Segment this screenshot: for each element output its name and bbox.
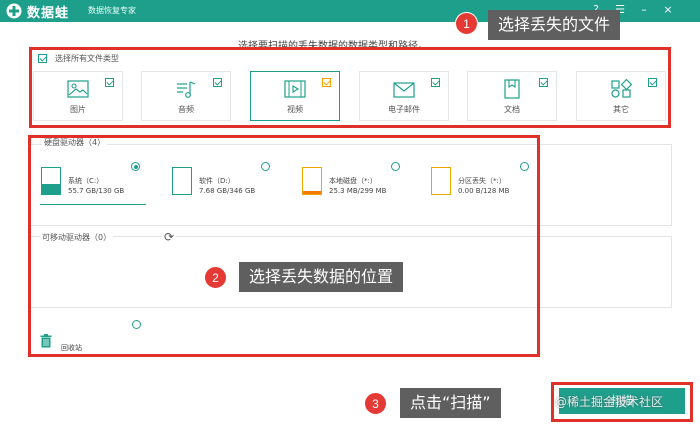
drive-size: 7.68 GB/346 GB bbox=[199, 187, 256, 195]
selected-drive-underline bbox=[40, 204, 146, 205]
drive-c-radio[interactable] bbox=[131, 162, 140, 171]
drive-name: 系统（C:） bbox=[68, 177, 104, 185]
hard-drive-title: 硬盘驱动器（4） bbox=[42, 137, 108, 148]
close-icon[interactable]: × bbox=[661, 3, 675, 17]
drive-d-radio[interactable] bbox=[261, 162, 270, 171]
callout-badge-3: 3 bbox=[364, 392, 387, 415]
other-icon bbox=[611, 78, 633, 98]
image-icon bbox=[67, 80, 89, 98]
callout-badge-1: 1 bbox=[455, 12, 478, 35]
watermark: @稀土掘金技术社区 bbox=[555, 395, 664, 409]
recycle-bin-label: 回收站 bbox=[61, 344, 82, 352]
drive-name: 本地磁盘（*:） bbox=[329, 177, 377, 185]
file-type-label: 电子邮件 bbox=[388, 105, 420, 114]
image-checkbox[interactable] bbox=[105, 78, 114, 87]
audio-checkbox[interactable] bbox=[213, 78, 222, 87]
video-icon bbox=[284, 80, 306, 98]
file-type-card-email[interactable]: 电子邮件 bbox=[359, 71, 449, 121]
callout-text-2: 选择丢失数据的位置 bbox=[239, 262, 404, 292]
select-all-label: 选择所有文件类型 bbox=[55, 54, 119, 63]
file-type-label: 图片 bbox=[70, 105, 86, 114]
drive-size: 0.00 B/128 MB bbox=[458, 187, 510, 195]
drive-lost-radio[interactable] bbox=[520, 162, 529, 171]
file-type-card-video[interactable]: 视频 bbox=[250, 71, 340, 121]
logo-icon bbox=[6, 3, 22, 19]
highlight-box-file-types bbox=[29, 47, 671, 128]
file-type-label: 音频 bbox=[178, 105, 194, 114]
mail-icon bbox=[393, 82, 415, 98]
drive-size: 25.3 MB/299 MB bbox=[329, 187, 387, 195]
removable-drive-title: 可移动驱动器（0） bbox=[40, 232, 114, 243]
drive-item-local[interactable]: 本地磁盘（*:） 25.3 MB/299 MB bbox=[302, 167, 402, 203]
app-window: 数据蛙 数据恢复专家 ? ☰ – × 选择要扫描的丢失数据的数据类型和路径。 选… bbox=[0, 0, 700, 426]
drive-icon bbox=[302, 167, 322, 195]
drive-icon bbox=[172, 167, 192, 195]
file-type-card-audio[interactable]: 音频 bbox=[141, 71, 231, 121]
drive-local-radio[interactable] bbox=[391, 162, 400, 171]
callout-badge-2: 2 bbox=[204, 266, 227, 289]
drive-name: 分区丢失（*:） bbox=[458, 177, 506, 185]
app-name: 数据蛙 bbox=[27, 6, 70, 21]
minimize-icon[interactable]: – bbox=[637, 3, 651, 17]
trash-icon[interactable] bbox=[40, 334, 52, 348]
music-icon bbox=[177, 81, 196, 98]
app-subtitle: 数据恢复专家 bbox=[88, 6, 136, 15]
drive-item-c[interactable]: 系统（C:） 55.7 GB/130 GB bbox=[41, 167, 141, 203]
document-checkbox[interactable] bbox=[539, 78, 548, 87]
file-type-card-image[interactable]: 图片 bbox=[33, 71, 123, 121]
file-type-label: 视频 bbox=[287, 105, 303, 114]
drive-item-lost[interactable]: 分区丢失（*:） 0.00 B/128 MB bbox=[431, 167, 531, 203]
drive-icon bbox=[41, 167, 61, 195]
other-checkbox[interactable] bbox=[648, 78, 657, 87]
callout-text-3: 点击“扫描” bbox=[400, 388, 501, 418]
file-type-label: 其它 bbox=[613, 105, 629, 114]
drive-icon bbox=[431, 167, 451, 195]
file-type-card-document[interactable]: 文档 bbox=[467, 71, 557, 121]
document-icon bbox=[504, 79, 520, 99]
select-all-file-types[interactable]: 选择所有文件类型 bbox=[38, 53, 119, 64]
recycle-bin-radio[interactable] bbox=[132, 320, 141, 329]
file-type-card-other[interactable]: 其它 bbox=[576, 71, 666, 121]
instruction-text: 选择要扫描的丢失数据的数据类型和路径。 bbox=[238, 41, 428, 52]
drive-item-d[interactable]: 软件（D:） 7.68 GB/346 GB bbox=[172, 167, 272, 203]
video-checkbox[interactable] bbox=[322, 78, 331, 87]
file-type-label: 文档 bbox=[504, 105, 520, 114]
refresh-icon[interactable]: ⟳ bbox=[162, 230, 177, 244]
drive-size: 55.7 GB/130 GB bbox=[68, 187, 125, 195]
select-all-checkbox[interactable] bbox=[38, 54, 47, 63]
callout-text-1: 选择丢失的文件 bbox=[488, 10, 621, 40]
drive-name: 软件（D:） bbox=[199, 177, 235, 185]
email-checkbox[interactable] bbox=[431, 78, 440, 87]
